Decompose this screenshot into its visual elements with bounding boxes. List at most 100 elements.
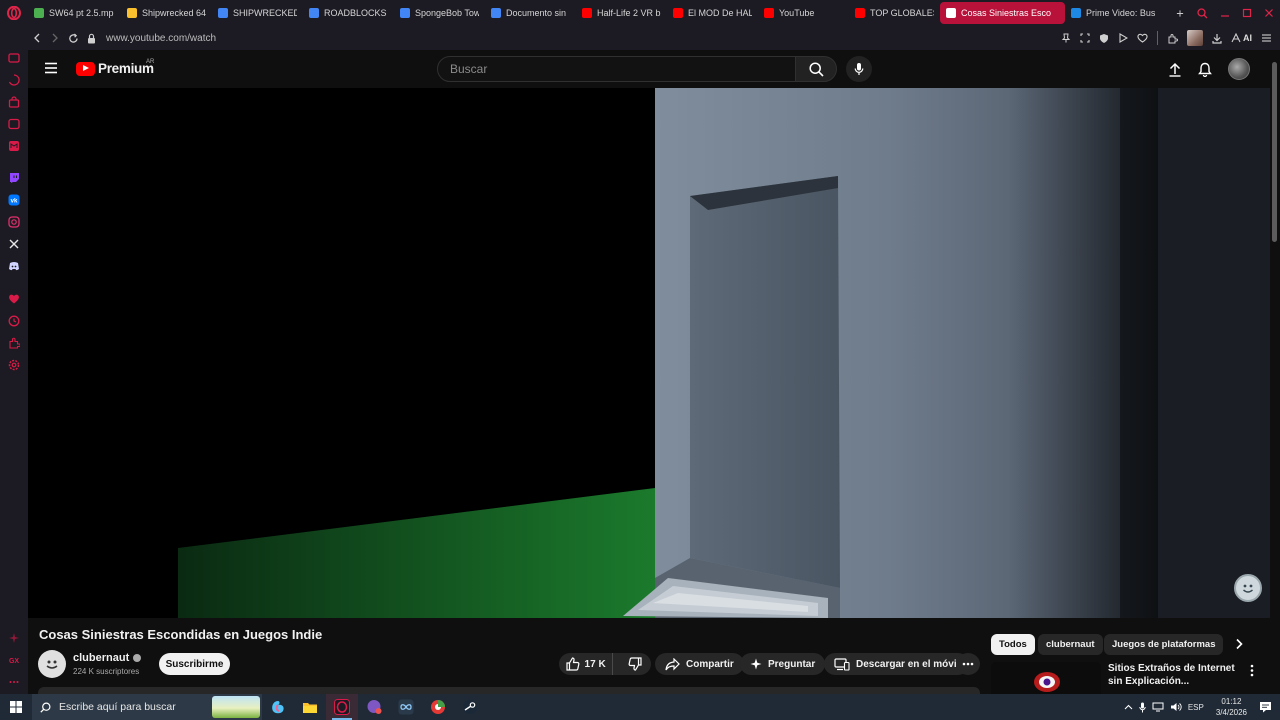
tray-microphone-icon[interactable] <box>1139 702 1146 713</box>
chip-all[interactable]: Todos <box>991 634 1035 655</box>
settings-gear-icon[interactable] <box>8 359 20 371</box>
new-tab-button[interactable] <box>1170 2 1190 24</box>
volume-icon[interactable] <box>1170 702 1182 712</box>
browser-tab[interactable]: Half-Life 2 VR b <box>576 2 667 24</box>
notifications-bell-icon[interactable] <box>1198 62 1212 77</box>
shopping-bag-icon[interactable] <box>8 96 20 108</box>
snapshot-icon[interactable] <box>1080 33 1090 43</box>
start-button[interactable] <box>0 694 32 720</box>
extensions-sidebar-icon[interactable] <box>8 337 20 349</box>
like-button[interactable]: 17 K <box>559 653 614 675</box>
download-to-mobile-button[interactable]: Descargar en el móvil <box>824 653 970 675</box>
recommendation-menu-icon[interactable] <box>1250 664 1254 677</box>
browser-tab[interactable]: ROADBLOCKS 2 <box>303 2 394 24</box>
network-icon[interactable] <box>1152 702 1164 712</box>
forward-button[interactable] <box>46 26 64 50</box>
taskbar-steam[interactable] <box>454 694 486 720</box>
dislike-button[interactable] <box>619 653 651 675</box>
gmail-icon[interactable] <box>8 140 20 152</box>
ask-button[interactable]: Preguntar <box>740 653 826 675</box>
tab-label: ROADBLOCKS 2 <box>324 8 388 18</box>
recommendation-title[interactable]: Sitios Extraños de Internet sin Explicac… <box>1108 662 1243 688</box>
search-button[interactable] <box>795 56 837 82</box>
search-tabs-icon[interactable] <box>1197 7 1208 19</box>
share-button[interactable]: Compartir <box>655 653 744 675</box>
description-box[interactable] <box>38 687 980 694</box>
minimize-icon[interactable] <box>1220 8 1230 18</box>
thumbs-up-icon <box>565 657 579 671</box>
scrollbar-thumb[interactable] <box>1272 62 1277 242</box>
messenger-icon[interactable] <box>8 118 20 130</box>
browser-tab[interactable]: Documento sin <box>485 2 576 24</box>
search-input[interactable] <box>450 62 770 76</box>
aria-sidebar-icon[interactable] <box>8 74 20 86</box>
subscribe-button[interactable]: Suscribirme <box>159 653 230 675</box>
profile-thumbnail-icon[interactable] <box>1187 30 1203 46</box>
browser-tab[interactable]: SHIPWRECKED <box>212 2 303 24</box>
instagram-icon[interactable] <box>8 216 20 228</box>
url-text[interactable]: www.youtube.com/watch <box>106 33 216 44</box>
pin-icon[interactable] <box>1061 33 1071 43</box>
notifications-center-icon[interactable] <box>1259 701 1272 713</box>
browser-tab[interactable]: SW64 pt 2.5.mp <box>28 2 121 24</box>
tab-favicon-icon <box>127 8 137 18</box>
chips-next-arrow-icon[interactable] <box>1235 638 1243 650</box>
history-icon[interactable] <box>8 315 20 327</box>
favorites-heart-icon[interactable] <box>8 293 20 305</box>
aria-ai-button[interactable]: AI <box>1231 33 1252 43</box>
sidebar-more-icon[interactable] <box>8 676 20 688</box>
chip-platform-games[interactable]: Juegos de plataformas <box>1104 634 1224 655</box>
chip-channel[interactable]: clubernaut <box>1038 634 1103 655</box>
browser-tab[interactable]: Shipwrecked 64 <box>121 2 212 24</box>
browser-tab[interactable]: El MOD De HALF <box>667 2 758 24</box>
maximize-icon[interactable] <box>1242 8 1252 18</box>
voice-search-button[interactable] <box>846 56 872 82</box>
close-icon[interactable] <box>1264 8 1274 18</box>
smiley-overlay-button[interactable] <box>1234 574 1262 602</box>
more-actions-button[interactable] <box>956 653 980 675</box>
input-language[interactable]: ESP <box>1188 703 1204 712</box>
taskbar-copilot[interactable] <box>262 694 294 720</box>
gx-corner-icon[interactable]: GX <box>8 654 20 666</box>
browser-tab[interactable]: TOP GLOBALES <box>849 2 940 24</box>
vk-icon[interactable]: vk <box>8 194 20 206</box>
player-icon[interactable] <box>1118 33 1128 43</box>
taskbar-file-explorer[interactable] <box>294 694 326 720</box>
page-scrollbar[interactable] <box>1270 50 1280 694</box>
video-player[interactable] <box>28 88 1270 618</box>
taskbar-chrome-like-app[interactable] <box>422 694 454 720</box>
taskbar-messenger[interactable] <box>358 694 390 720</box>
sidebar-sparkle-icon[interactable] <box>8 632 20 644</box>
upload-icon[interactable] <box>1168 62 1182 77</box>
twitch-icon[interactable] <box>8 172 20 184</box>
extensions-icon[interactable] <box>1167 33 1178 44</box>
secure-lock-icon[interactable] <box>82 26 100 50</box>
tray-chevron-up-icon[interactable] <box>1124 704 1133 710</box>
recommendation-thumbnail[interactable] <box>991 662 1101 694</box>
x-twitter-icon[interactable] <box>8 238 20 250</box>
heart-icon[interactable] <box>1137 33 1148 43</box>
download-icon[interactable] <box>1212 33 1222 44</box>
channel-avatar[interactable] <box>38 650 66 678</box>
easy-setup-menu-icon[interactable] <box>1261 33 1272 43</box>
taskbar-meta-app[interactable] <box>390 694 422 720</box>
discord-icon[interactable] <box>8 260 20 272</box>
browser-tab[interactable]: SpongeBob Tow <box>394 2 485 24</box>
youtube-premium-logo[interactable]: Premium <box>76 61 154 76</box>
taskbar-search[interactable]: Escribe aquí para buscar <box>32 694 262 720</box>
clock-date: 3/4/2026 <box>1215 708 1247 717</box>
system-clock[interactable]: 01:12 3/4/2026 <box>1216 696 1247 718</box>
guide-menu-icon[interactable] <box>44 62 58 74</box>
taskbar-opera-gx[interactable] <box>326 694 358 720</box>
channel-name[interactable]: clubernaut <box>73 652 142 664</box>
reload-button[interactable] <box>64 26 82 50</box>
account-avatar[interactable] <box>1228 58 1250 80</box>
back-button[interactable] <box>28 26 46 50</box>
browser-tab[interactable]: Prime Video: Bus <box>1065 2 1170 24</box>
speed-dial-icon[interactable] <box>8 52 20 64</box>
opera-logo-icon[interactable] <box>0 0 28 26</box>
adblock-shield-icon[interactable] <box>1099 33 1109 44</box>
tab-favicon-icon <box>673 8 683 18</box>
browser-tab[interactable]: Cosas Siniestras Esco <box>940 2 1065 24</box>
browser-tab[interactable]: YouTube <box>758 2 849 24</box>
